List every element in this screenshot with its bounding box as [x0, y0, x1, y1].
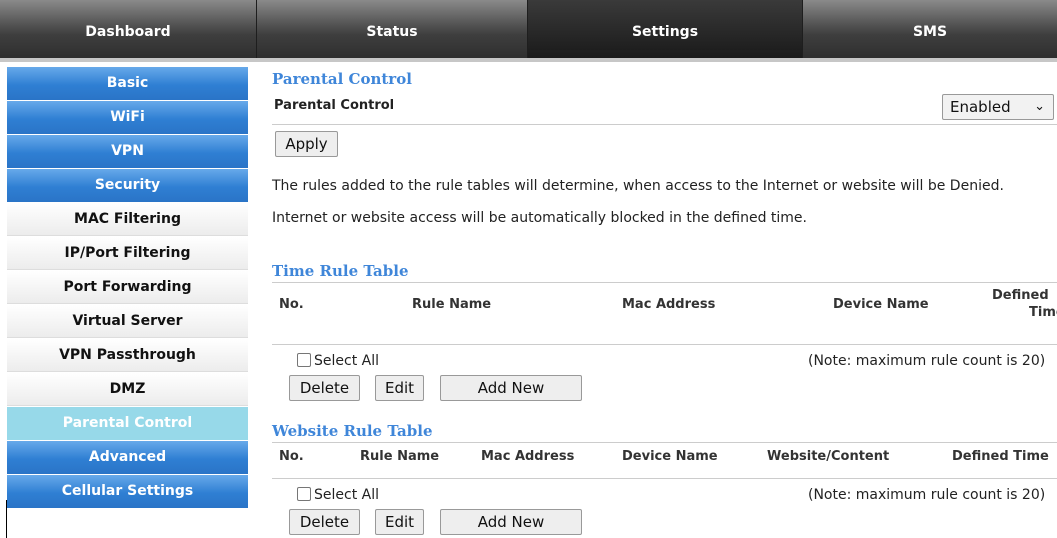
sidebar-item-advanced[interactable]: Advanced — [7, 441, 248, 474]
select-all-checkbox-time[interactable]: Select All — [297, 353, 379, 369]
column-header: Time — [1029, 305, 1057, 320]
divider — [272, 282, 1057, 283]
parental-control-value: Enabled — [950, 98, 1011, 116]
add-new-button[interactable]: Add New — [440, 509, 582, 535]
select-all-label: Select All — [314, 487, 379, 503]
divider — [272, 478, 1057, 479]
sidebar-item-vpn-passthrough[interactable]: VPN Passthrough — [7, 339, 248, 372]
sidebar-item-virtual-server[interactable]: Virtual Server — [7, 305, 248, 338]
rule-count-note: (Note: maximum rule count is 20) — [808, 353, 1046, 369]
checkbox[interactable] — [297, 353, 311, 367]
tab-status[interactable]: Status — [257, 0, 528, 58]
top-navigation: Dashboard Status Settings SMS — [0, 0, 1057, 62]
chevron-down-icon: ⌄ — [1034, 99, 1045, 114]
time-rule-table-title: Time Rule Table — [272, 262, 409, 280]
website-rule-table-title: Website Rule Table — [272, 422, 433, 440]
info-text-2: Internet or website access will be autom… — [272, 210, 807, 226]
sidebar-item-ip-port-filtering[interactable]: IP/Port Filtering — [7, 237, 248, 270]
select-all-checkbox-website[interactable]: Select All — [297, 487, 379, 503]
sidebar-item-mac-filtering[interactable]: MAC Filtering — [7, 203, 248, 236]
column-header: No. — [279, 449, 304, 464]
edit-button[interactable]: Edit — [375, 375, 424, 401]
column-header: Rule Name — [360, 449, 440, 464]
sidebar-item-wifi[interactable]: WiFi — [7, 101, 248, 134]
sidebar-item-basic[interactable]: Basic — [7, 67, 248, 100]
rule-count-note: (Note: maximum rule count is 20) — [808, 487, 1046, 503]
column-header: Defined — [992, 288, 1049, 303]
column-header: Device Name — [622, 449, 718, 464]
sidebar-item-port-forwarding[interactable]: Port Forwarding — [7, 271, 248, 304]
info-text-1: The rules added to the rule tables will … — [272, 178, 1004, 194]
select-all-label: Select All — [314, 353, 379, 369]
divider — [272, 124, 1057, 125]
column-header: Defined Time — [952, 449, 1049, 464]
delete-button[interactable]: Delete — [289, 375, 360, 401]
checkbox[interactable] — [297, 487, 311, 501]
tab-sms[interactable]: SMS — [803, 0, 1057, 58]
parental-control-label: Parental Control — [274, 98, 395, 113]
tab-dashboard[interactable]: Dashboard — [0, 0, 257, 58]
divider — [272, 344, 1057, 345]
delete-button[interactable]: Delete — [289, 509, 360, 535]
parental-control-select[interactable]: Enabled ⌄ — [942, 94, 1054, 120]
nav-divider — [0, 58, 1057, 62]
edit-button[interactable]: Edit — [375, 509, 424, 535]
sidebar-item-dmz[interactable]: DMZ — [7, 373, 248, 406]
sidebar: Basic WiFi VPN Security MAC Filtering IP… — [7, 67, 248, 509]
column-header: Mac Address — [481, 449, 575, 464]
sidebar-border — [6, 500, 7, 538]
divider — [272, 442, 1057, 443]
sidebar-item-vpn[interactable]: VPN — [7, 135, 248, 168]
column-header: Rule Name — [412, 297, 492, 312]
column-header: Device Name — [833, 297, 929, 312]
sidebar-item-security[interactable]: Security — [7, 169, 248, 202]
column-header: Mac Address — [622, 297, 716, 312]
tab-settings[interactable]: Settings — [528, 0, 803, 58]
sidebar-item-cellular-settings[interactable]: Cellular Settings — [7, 475, 248, 508]
apply-button[interactable]: Apply — [275, 131, 338, 157]
page-title: Parental Control — [272, 70, 412, 88]
column-header: No. — [279, 297, 304, 312]
column-header: Website/Content — [767, 449, 890, 464]
sidebar-item-parental-control[interactable]: Parental Control — [7, 407, 248, 440]
add-new-button[interactable]: Add New — [440, 375, 582, 401]
